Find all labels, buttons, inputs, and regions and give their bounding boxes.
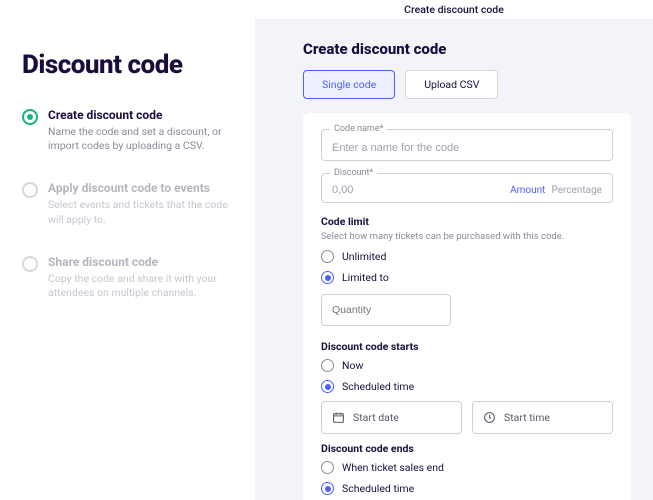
code-name-input[interactable]	[332, 142, 602, 154]
radio-label: Limited to	[342, 271, 389, 284]
step-share-code[interactable]: Share discount code Copy the code and sh…	[22, 255, 233, 300]
radio-limited-to[interactable]: Limited to	[321, 271, 613, 284]
code-name-field[interactable]: Code name*	[321, 129, 613, 161]
radio-unchecked-icon	[22, 182, 38, 198]
step-title: Create discount code	[48, 108, 233, 122]
discount-input[interactable]	[332, 184, 504, 196]
tab-single-code[interactable]: Single code	[303, 70, 395, 99]
code-limit-title: Code limit	[321, 215, 613, 228]
radio-label: Unlimited	[342, 250, 386, 263]
code-name-label: Code name*	[330, 124, 387, 134]
radio-checked-icon	[321, 380, 334, 393]
radio-unlimited[interactable]: Unlimited	[321, 250, 613, 263]
radio-label: Scheduled time	[342, 482, 414, 495]
breadcrumb: Create discount code	[255, 0, 653, 20]
radio-icon	[321, 359, 334, 372]
panel-title: Create discount code	[303, 40, 631, 58]
clock-icon	[483, 411, 496, 424]
step-title: Apply discount code to events	[48, 181, 233, 195]
radio-icon	[321, 250, 334, 263]
radio-end-scheduled[interactable]: Scheduled time	[321, 482, 613, 495]
step-desc: Select events and tickets that the code …	[48, 198, 233, 226]
radio-end-sales-end[interactable]: When ticket sales end	[321, 461, 613, 474]
start-date-label: Start date	[353, 411, 399, 424]
discount-field[interactable]: Discount* Amount Percentage	[321, 173, 613, 203]
radio-label: Now	[342, 359, 363, 372]
radio-icon	[321, 461, 334, 474]
tab-upload-csv[interactable]: Upload CSV	[405, 70, 498, 99]
radio-start-now[interactable]: Now	[321, 359, 613, 372]
start-date-input[interactable]: Start date	[321, 401, 462, 434]
start-time-label: Start time	[504, 411, 550, 424]
step-title: Share discount code	[48, 255, 233, 269]
start-time-input[interactable]: Start time	[472, 401, 613, 434]
radio-checked-icon	[321, 271, 334, 284]
step-desc: Name the code and set a discount, or imp…	[48, 125, 233, 153]
code-limit-desc: Select how many tickets can be purchased…	[321, 231, 613, 242]
radio-label: Scheduled time	[342, 380, 414, 393]
page-title: Discount code	[22, 50, 233, 80]
calendar-icon	[332, 411, 345, 424]
radio-checked-icon	[22, 109, 38, 125]
radio-unchecked-icon	[22, 256, 38, 272]
step-apply-to-events[interactable]: Apply discount code to events Select eve…	[22, 181, 233, 226]
discount-type-percentage[interactable]: Percentage	[551, 185, 602, 196]
radio-start-scheduled[interactable]: Scheduled time	[321, 380, 613, 393]
step-create-code[interactable]: Create discount code Name the code and s…	[22, 108, 233, 153]
radio-checked-icon	[321, 482, 334, 495]
step-desc: Copy the code and share it with your att…	[48, 272, 233, 300]
discount-type-amount[interactable]: Amount	[510, 185, 545, 196]
ends-title: Discount code ends	[321, 442, 613, 455]
starts-title: Discount code starts	[321, 340, 613, 353]
quantity-input[interactable]	[321, 294, 451, 326]
discount-label: Discount*	[330, 168, 377, 178]
radio-label: When ticket sales end	[342, 461, 444, 474]
